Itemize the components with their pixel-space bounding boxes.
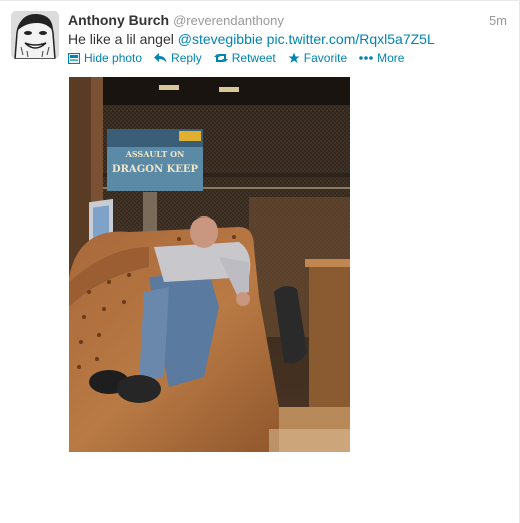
star-icon [288,52,300,63]
tweet-card: Anthony Burch @reverendanthony 5m He like… [0,0,520,523]
retweet-button[interactable]: Retweet [213,51,276,65]
hide-photo-button[interactable]: Hide photo [68,51,142,65]
timestamp[interactable]: 5m [489,13,507,28]
tweet-header: Anthony Burch @reverendanthony 5m [68,12,507,30]
tweet-text-body: He like a lil angel [68,31,178,47]
svg-text:ASSAULT ON: ASSAULT ON [125,149,185,159]
avatar[interactable] [11,11,59,59]
photo-man-sleeping-on-couch: ASSAULT ON DRAGON KEEP [69,77,350,452]
reply-label: Reply [171,51,202,65]
svg-text:DRAGON KEEP: DRAGON KEEP [112,164,199,175]
more-button[interactable]: More [359,51,404,65]
ellipsis-icon [359,56,373,60]
tweet-text: He like a lil angel @stevegibbie pic.twi… [68,31,507,47]
user-handle[interactable]: @reverendanthony [173,13,284,28]
display-name[interactable]: Anthony Burch [68,12,169,28]
favorite-button[interactable]: Favorite [288,51,347,65]
photo-icon [68,52,80,64]
avatar-cartoon-face [11,11,59,59]
reply-button[interactable]: Reply [154,51,202,65]
tweet-photo[interactable]: ASSAULT ON DRAGON KEEP [69,77,350,452]
photo-link[interactable]: pic.twitter.com/Rqxl5a7Z5L [267,31,435,47]
hide-photo-label: Hide photo [84,51,143,65]
tweet-actions: Hide photo Reply Retweet Favorite More [68,51,416,65]
poster: ASSAULT ON DRAGON KEEP [107,129,203,191]
more-label: More [377,51,405,65]
retweet-icon [213,54,228,62]
reply-arrow-icon [154,53,167,63]
favorite-label: Favorite [303,51,348,65]
mention-link[interactable]: @stevegibbie [178,31,263,47]
retweet-label: Retweet [231,51,276,65]
